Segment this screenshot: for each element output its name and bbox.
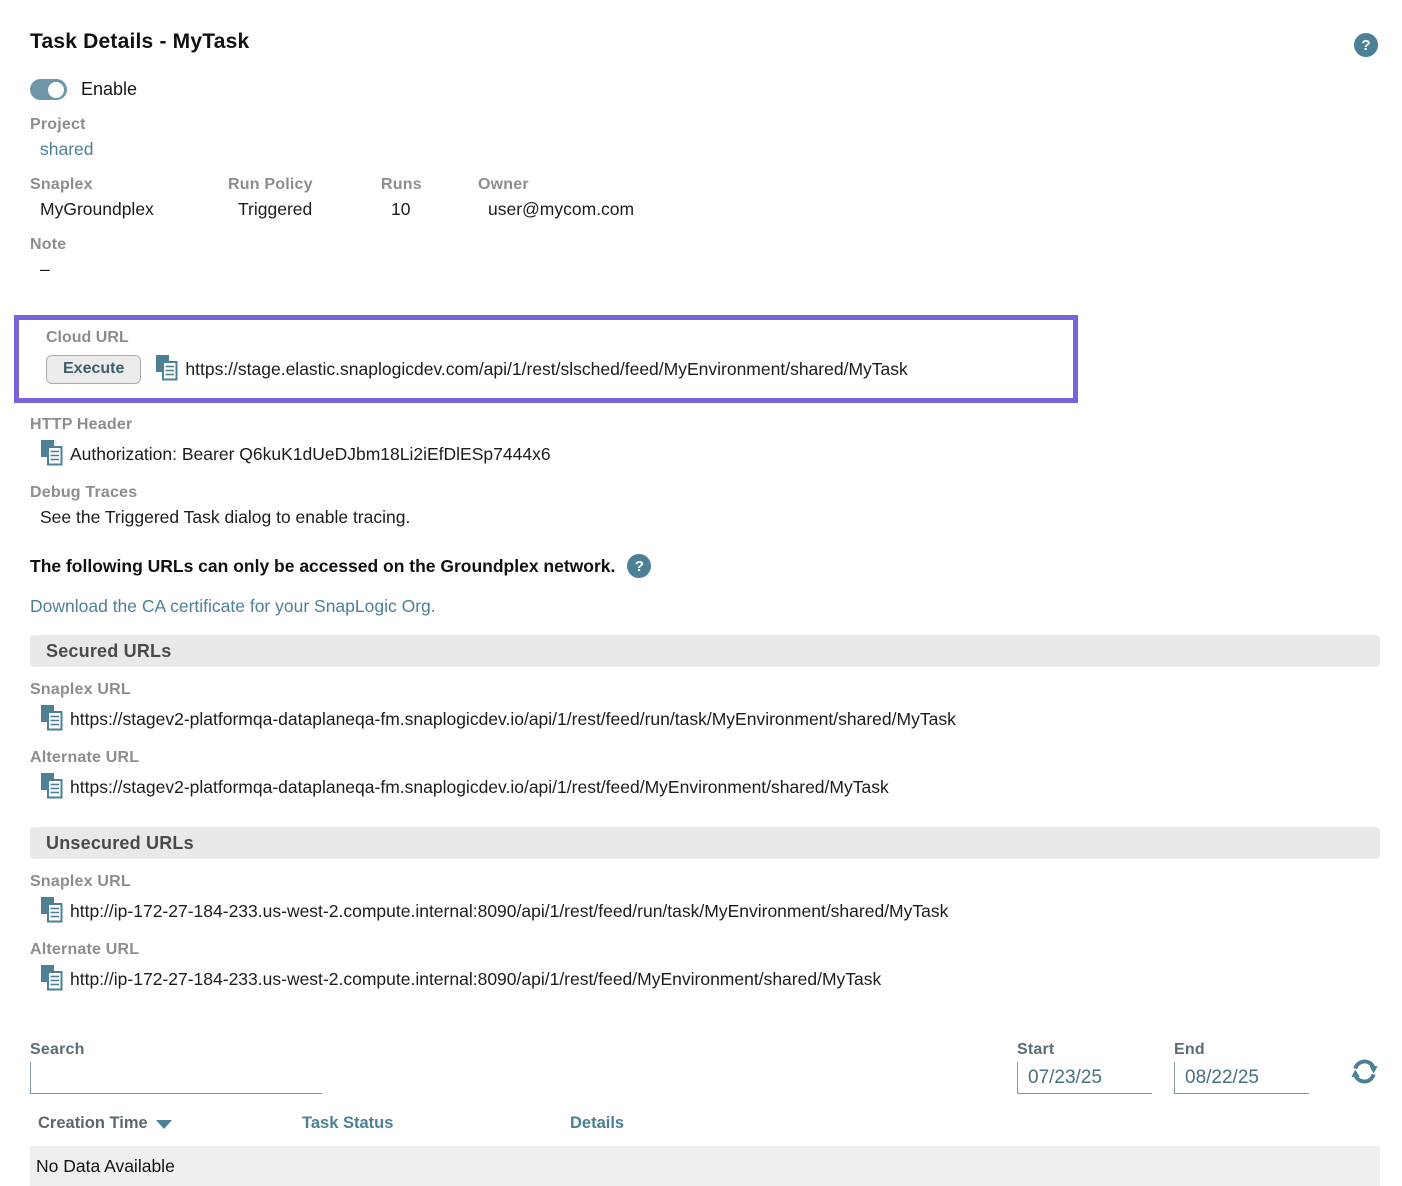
- creation-time-label: Creation Time: [38, 1114, 148, 1133]
- cloud-url-label: Cloud URL: [46, 329, 1059, 347]
- end-date-input[interactable]: [1174, 1062, 1309, 1094]
- task-info-columns: Snaplex MyGroundplex Run Policy Triggere…: [30, 176, 1380, 220]
- search-input[interactable]: [30, 1062, 322, 1094]
- end-date-group: End: [1174, 1041, 1309, 1094]
- snaplex-url-label: Snaplex URL: [30, 873, 1380, 891]
- groundplex-notice-row: The following URLs can only be accessed …: [30, 554, 1380, 578]
- project-field: Project shared: [30, 116, 1380, 160]
- refresh-icon[interactable]: [1349, 1056, 1380, 1092]
- copy-icon[interactable]: [40, 704, 63, 736]
- cloud-url-value: https://stage.elastic.snaplogicdev.com/a…: [185, 359, 907, 380]
- page-title: Task Details - MyTask: [30, 30, 1380, 54]
- debug-traces-value: See the Triggered Task dialog to enable …: [30, 507, 1380, 528]
- project-label: Project: [30, 116, 1380, 134]
- history-table-header: Creation Time Task Status Details: [30, 1114, 1380, 1133]
- unsecured-alternate-url-field: Alternate URL http://ip-172-27-184-233.u…: [30, 941, 1380, 995]
- download-ca-certificate-link[interactable]: Download the CA certificate for your Sna…: [30, 596, 1380, 617]
- groundplex-notice: The following URLs can only be accessed …: [30, 556, 615, 577]
- owner-value: user@mycom.com: [478, 199, 1380, 220]
- unsecured-urls-title: Unsecured URLs: [46, 833, 194, 854]
- unsecured-urls-section-bar: Unsecured URLs: [30, 827, 1380, 859]
- debug-traces-label: Debug Traces: [30, 484, 1380, 502]
- empty-table-row: No Data Available: [30, 1146, 1380, 1186]
- copy-icon[interactable]: [40, 439, 63, 471]
- search-field-group: Search: [30, 1041, 322, 1094]
- alternate-url-label: Alternate URL: [30, 749, 1380, 767]
- copy-icon[interactable]: [40, 964, 63, 996]
- column-header-details[interactable]: Details: [570, 1114, 624, 1133]
- snaplex-value: MyGroundplex: [30, 199, 228, 220]
- runs-field: Runs 10: [381, 176, 478, 220]
- execute-button[interactable]: Execute: [46, 355, 141, 384]
- copy-icon[interactable]: [155, 354, 178, 386]
- http-header-value: Authorization: Bearer Q6kuK1dUeDJbm18Li2…: [70, 444, 551, 465]
- unsecured-snaplex-url-field: Snaplex URL http://ip-172-27-184-233.us-…: [30, 873, 1380, 927]
- secured-urls-title: Secured URLs: [46, 641, 171, 662]
- copy-icon[interactable]: [40, 896, 63, 928]
- history-filters: Search Start End: [30, 1041, 1380, 1094]
- enable-row: Enable: [30, 79, 1380, 100]
- http-header-label: HTTP Header: [30, 416, 1380, 434]
- secured-alternate-url-value: https://stagev2-platformqa-dataplaneqa-f…: [70, 777, 889, 798]
- note-label: Note: [30, 236, 1380, 254]
- sort-desc-icon[interactable]: [156, 1120, 172, 1129]
- no-data-message: No Data Available: [36, 1156, 175, 1177]
- debug-traces-field: Debug Traces See the Triggered Task dial…: [30, 484, 1380, 528]
- column-header-task-status[interactable]: Task Status: [302, 1114, 570, 1133]
- owner-label: Owner: [478, 176, 1380, 194]
- column-header-creation-time[interactable]: Creation Time: [38, 1114, 302, 1133]
- snaplex-url-label: Snaplex URL: [30, 681, 1380, 699]
- runs-value: 10: [381, 199, 478, 220]
- owner-field: Owner user@mycom.com: [478, 176, 1380, 220]
- project-link[interactable]: shared: [40, 139, 94, 159]
- task-details-page: Task Details - MyTask ? Enable Project s…: [0, 0, 1402, 1134]
- enable-toggle[interactable]: [30, 79, 67, 100]
- enable-label: Enable: [81, 79, 137, 100]
- note-field: Note –: [30, 236, 1380, 280]
- secured-snaplex-url-field: Snaplex URL https://stagev2-platformqa-d…: [30, 681, 1380, 735]
- copy-icon[interactable]: [40, 772, 63, 804]
- toggle-knob: [48, 82, 64, 98]
- http-header-field: HTTP Header Authorization: Bearer Q6kuK1…: [30, 416, 1380, 470]
- run-policy-field: Run Policy Triggered: [228, 176, 381, 220]
- unsecured-alternate-url-value: http://ip-172-27-184-233.us-west-2.compu…: [70, 969, 881, 990]
- help-icon[interactable]: ?: [627, 554, 651, 578]
- secured-urls-section-bar: Secured URLs: [30, 635, 1380, 667]
- secured-snaplex-url-value: https://stagev2-platformqa-dataplaneqa-f…: [70, 709, 956, 730]
- secured-alternate-url-field: Alternate URL https://stagev2-platformqa…: [30, 749, 1380, 803]
- runs-label: Runs: [381, 176, 478, 194]
- snaplex-field: Snaplex MyGroundplex: [30, 176, 228, 220]
- cloud-url-highlight-box: Cloud URL Execute https://stage.elastic.…: [14, 315, 1078, 403]
- run-policy-label: Run Policy: [228, 176, 381, 194]
- unsecured-snaplex-url-value: http://ip-172-27-184-233.us-west-2.compu…: [70, 901, 948, 922]
- snaplex-label: Snaplex: [30, 176, 228, 194]
- help-icon[interactable]: ?: [1354, 33, 1378, 57]
- run-policy-value: Triggered: [228, 199, 381, 220]
- end-label: End: [1174, 1041, 1309, 1059]
- start-date-group: Start: [1017, 1041, 1152, 1094]
- date-filter-group: Start End: [1017, 1041, 1380, 1094]
- search-label: Search: [30, 1041, 322, 1059]
- start-label: Start: [1017, 1041, 1152, 1059]
- note-value: –: [30, 259, 1380, 280]
- alternate-url-label: Alternate URL: [30, 941, 1380, 959]
- start-date-input[interactable]: [1017, 1062, 1152, 1094]
